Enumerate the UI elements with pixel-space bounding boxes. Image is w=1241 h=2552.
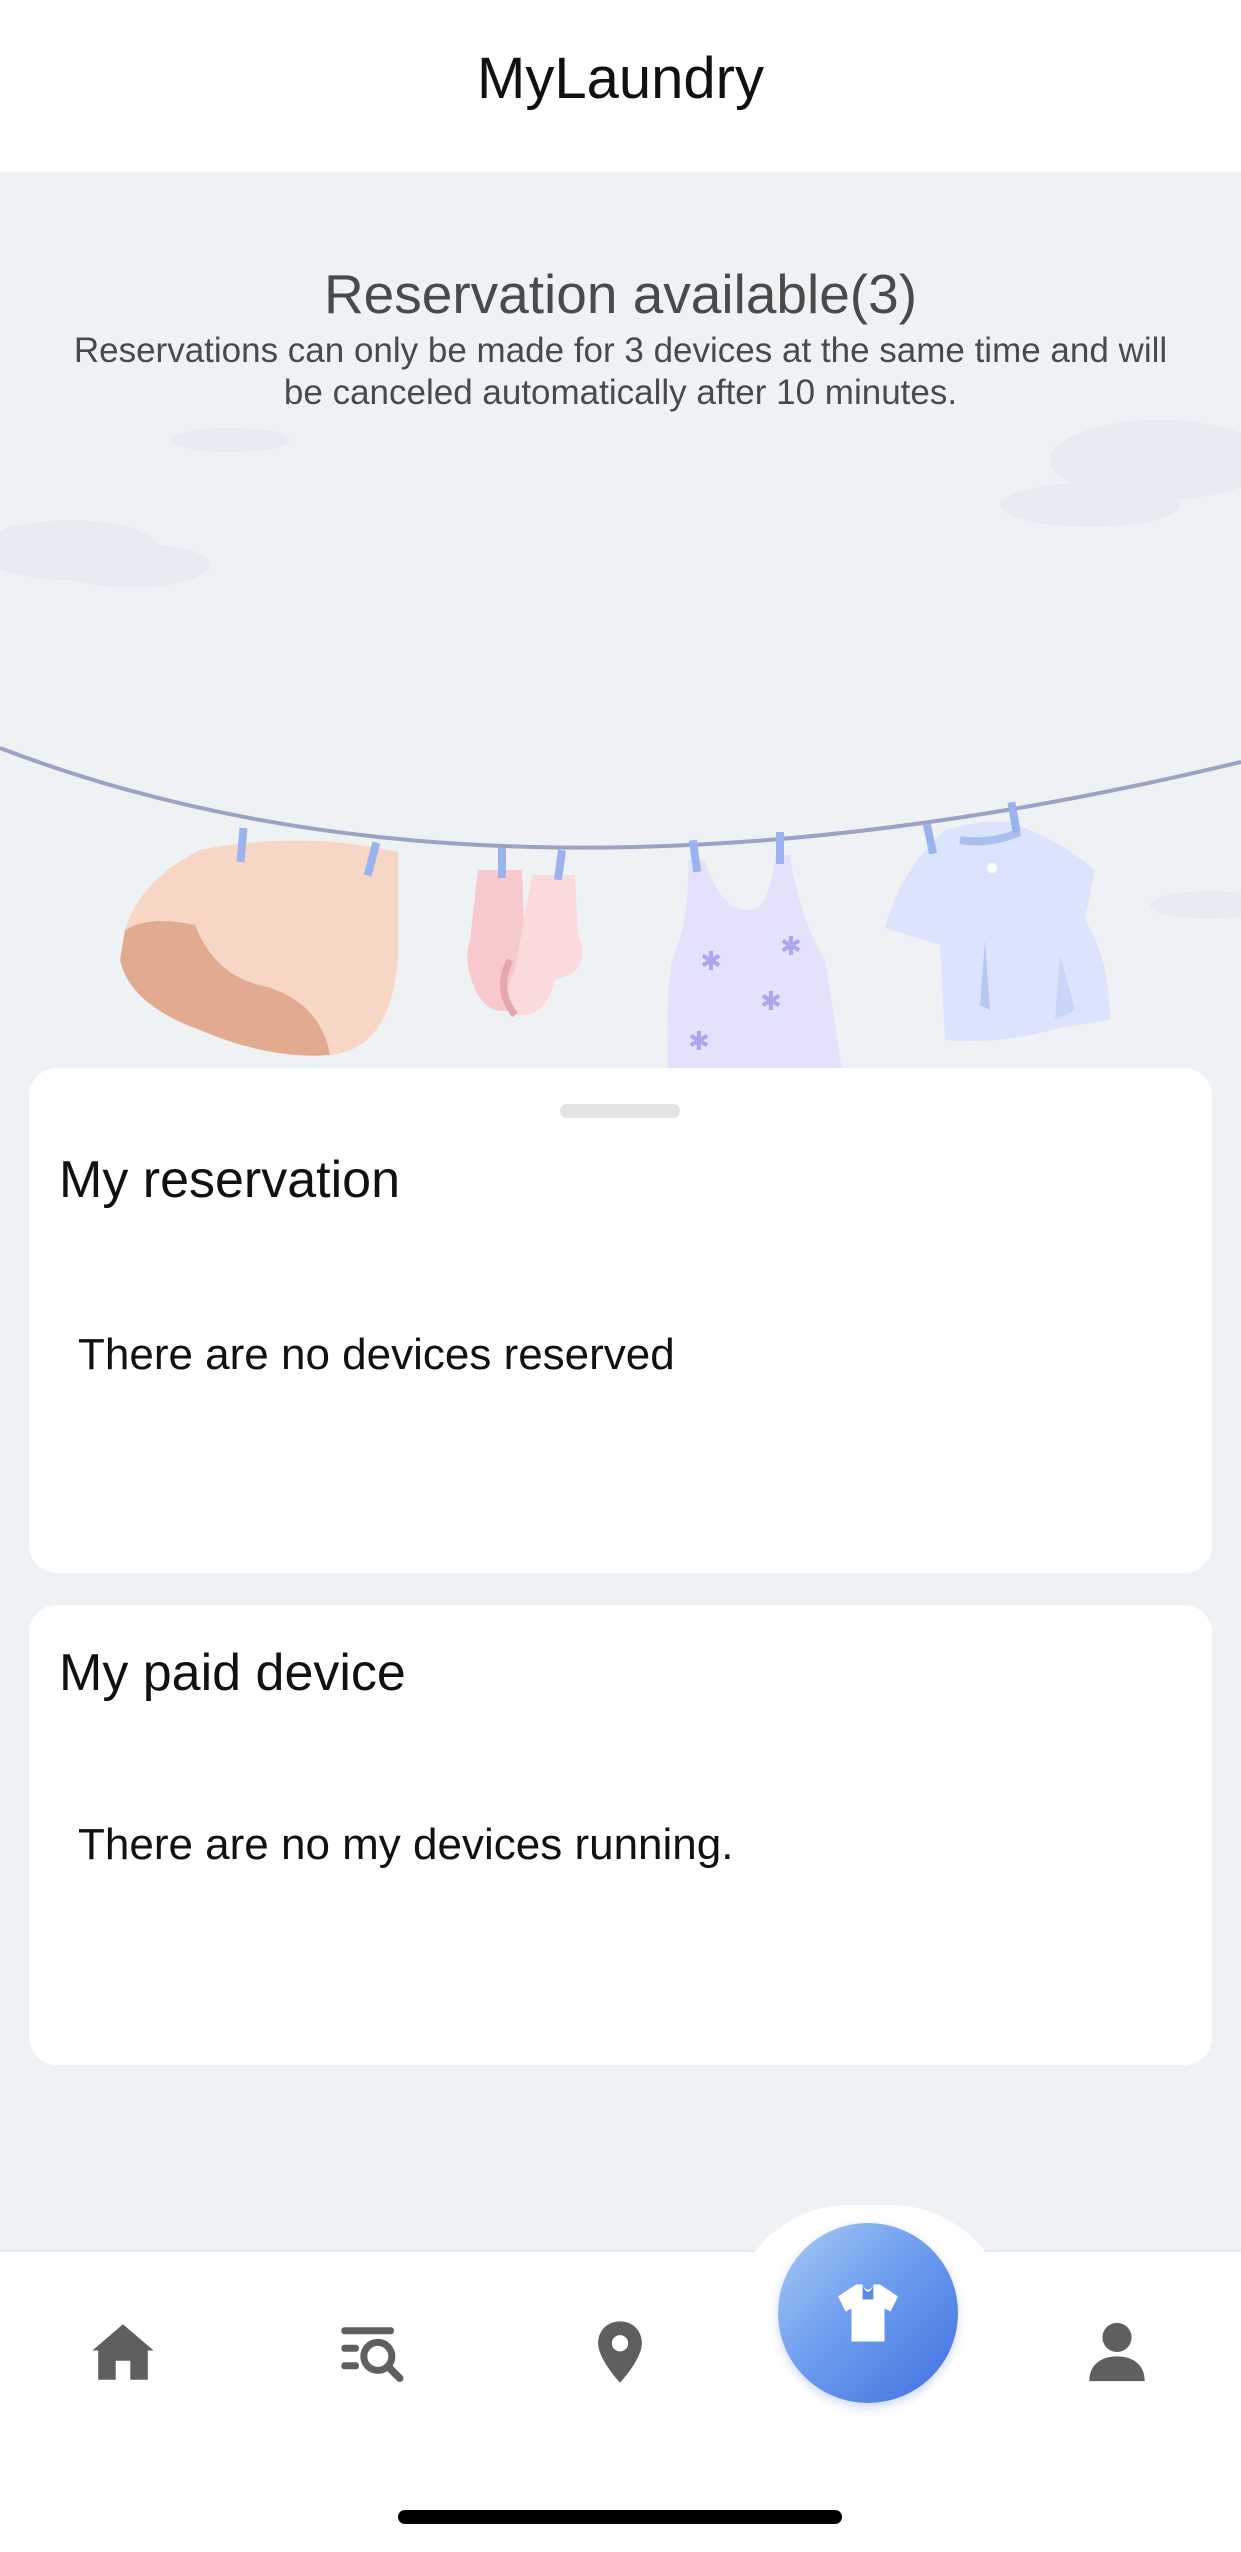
tab-home[interactable]: [53, 2282, 193, 2422]
svg-text:✱: ✱: [760, 987, 782, 1017]
search-list-icon: [341, 2327, 404, 2383]
laundry-clothesline-illustration: ✱ ✱ ✱ ✱: [0, 420, 1241, 1070]
tab-profile[interactable]: [1047, 2282, 1187, 2422]
socks-illustration: [467, 848, 583, 1018]
reservation-available-title: Reservation available(3): [323, 263, 918, 325]
no-reservation-message: There are no devices reserved: [78, 1330, 675, 1379]
drag-handle[interactable]: [560, 1104, 680, 1118]
bottom-tab-bar: [0, 2250, 1241, 2552]
app-header: MyLaundry: [0, 0, 1241, 172]
shorts-illustration: [120, 827, 398, 1056]
tank-top-illustration: ✱ ✱ ✱ ✱: [667, 832, 842, 1070]
tab-laundry-button[interactable]: [778, 2223, 958, 2403]
clothesline: [0, 746, 1241, 850]
shirt-illustration: [885, 801, 1110, 1042]
svg-text:✱: ✱: [780, 932, 802, 962]
svg-text:✱: ✱: [700, 947, 722, 977]
my-reservation-card: My reservation There are no devices rese…: [29, 1068, 1212, 1573]
tab-search-list[interactable]: [302, 2282, 442, 2422]
home-indicator: [398, 2510, 842, 2524]
shirt-icon: [838, 2284, 898, 2342]
location-pin-icon: [598, 2321, 642, 2383]
person-icon: [1089, 2322, 1145, 2382]
my-paid-device-card: My paid device There are no my devices r…: [29, 1605, 1212, 2065]
my-paid-device-title: My paid device: [59, 1644, 406, 1702]
svg-text:✱: ✱: [688, 1027, 710, 1057]
home-icon: [92, 2324, 154, 2380]
page-title: MyLaundry: [477, 46, 764, 111]
no-running-device-message: There are no my devices running.: [78, 1820, 734, 1869]
tab-location[interactable]: [550, 2282, 690, 2422]
my-reservation-title: My reservation: [59, 1151, 400, 1209]
